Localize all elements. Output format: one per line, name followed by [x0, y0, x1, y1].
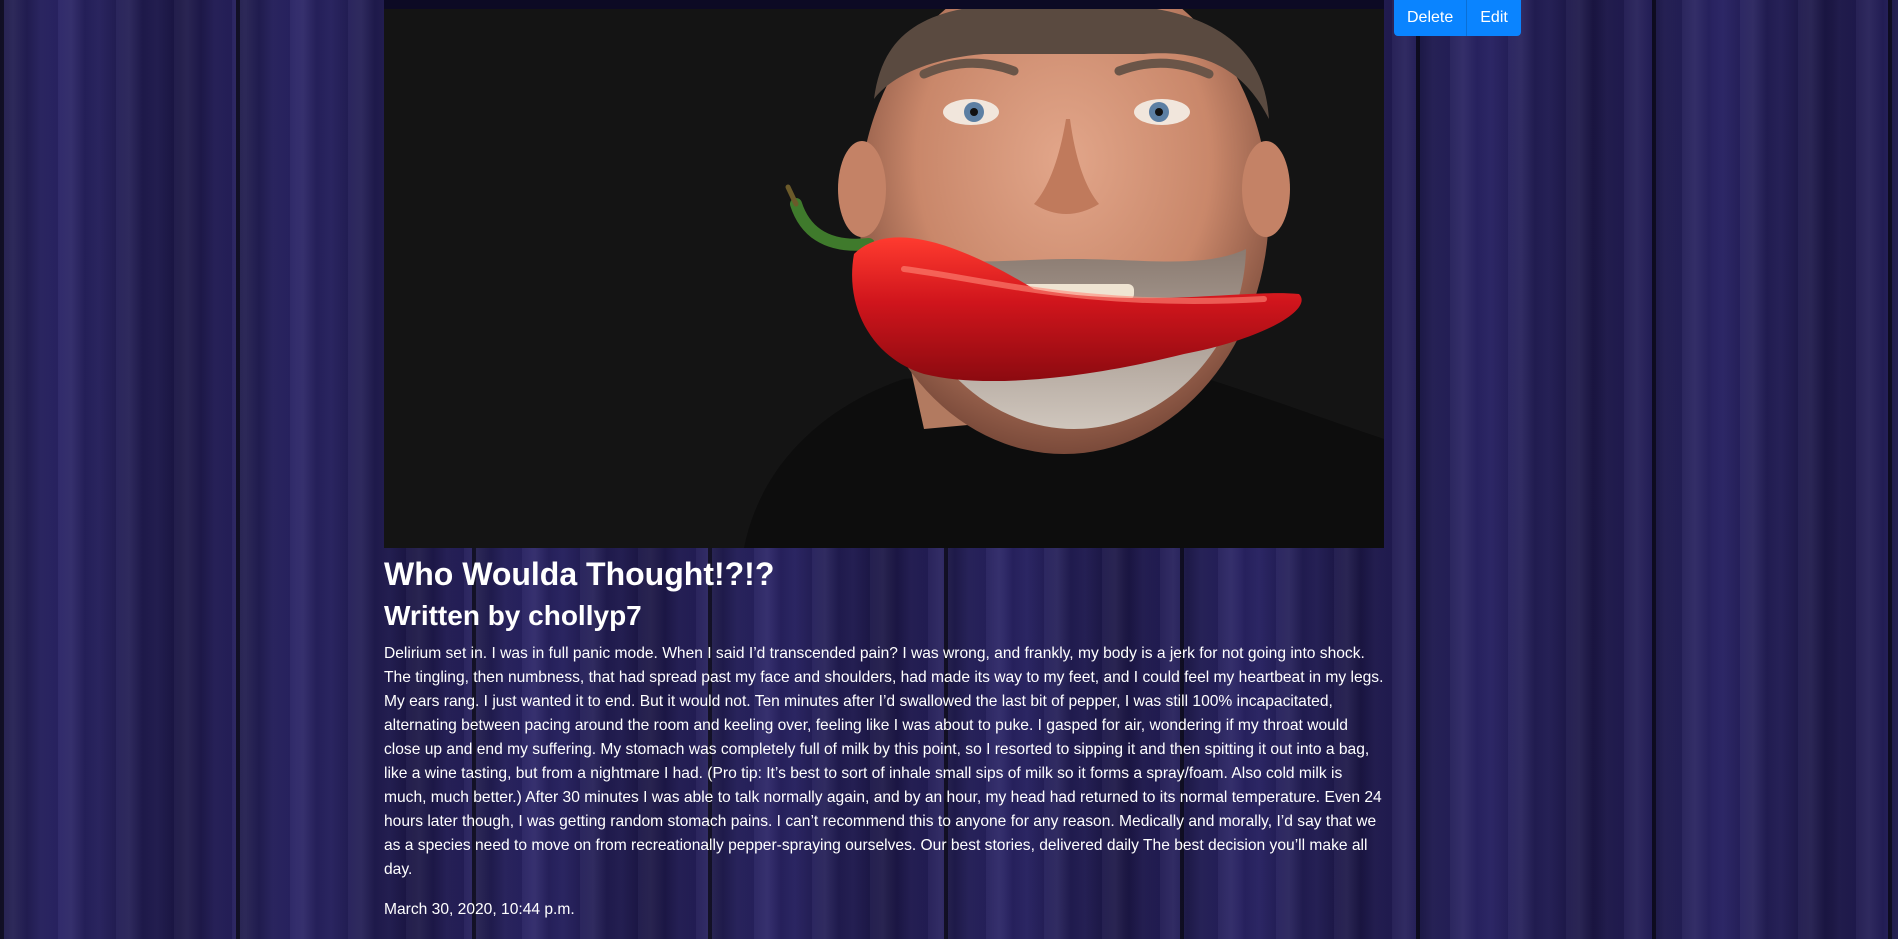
post-author: Written by chollyp7	[384, 600, 642, 631]
post-timestamp: March 30, 2020, 10:44 p.m.	[384, 901, 575, 918]
edit-button[interactable]: Edit	[1466, 0, 1521, 36]
post-title: Who Woulda Thought!?!?	[384, 556, 775, 592]
post-actions: Delete Edit	[1394, 0, 1521, 36]
header-strip	[384, 0, 1384, 9]
post-content: Who Woulda Thought!?!? Written by cholly…	[384, 548, 1386, 922]
post-image	[384, 9, 1384, 548]
post-body: Delirium set in. I was in full panic mod…	[384, 645, 1384, 878]
delete-button[interactable]: Delete	[1394, 0, 1467, 36]
